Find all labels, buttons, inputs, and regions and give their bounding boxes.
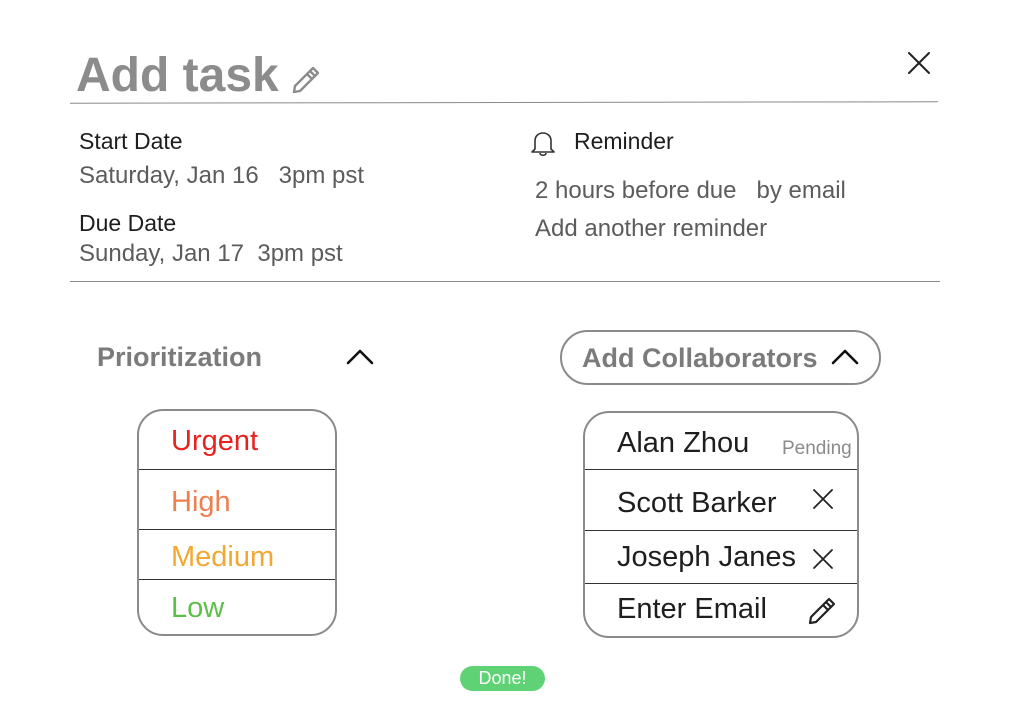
add-collaborators-label: Add Collaborators <box>582 343 818 373</box>
close-icon[interactable] <box>903 47 935 79</box>
remove-collaborator-icon[interactable] <box>811 487 835 511</box>
dates-divider <box>70 281 940 282</box>
reminder-value[interactable]: 2 hours before due by email <box>535 177 846 205</box>
collaborator-name: Alan Zhou <box>617 427 750 459</box>
collaborator-name: Scott Barker <box>617 487 777 519</box>
due-date-label: Due Date <box>79 210 177 236</box>
edit-pencil-icon[interactable] <box>805 593 839 627</box>
priority-option-high[interactable]: High <box>171 486 231 519</box>
priority-option-medium[interactable]: Medium <box>171 541 274 574</box>
row-divider <box>585 469 857 470</box>
row-divider <box>139 579 335 580</box>
edit-pencil-icon[interactable] <box>289 62 323 96</box>
collaborator-list: Alan Zhou Pending Scott Barker Joseph Ja… <box>583 411 859 638</box>
done-button[interactable]: Done! <box>460 666 545 691</box>
page-title: Add task <box>76 49 279 102</box>
remove-collaborator-icon[interactable] <box>811 547 835 571</box>
priority-option-urgent[interactable]: Urgent <box>171 425 258 458</box>
row-divider <box>139 529 335 530</box>
enter-email-input[interactable]: Enter Email <box>617 593 767 626</box>
add-reminder-link[interactable]: Add another reminder <box>535 215 767 243</box>
pending-badge: Pending <box>782 438 852 459</box>
start-date-label: Start Date <box>79 128 183 154</box>
bell-icon <box>531 132 555 157</box>
start-date-value[interactable]: Saturday, Jan 16 3pm pst <box>79 162 364 190</box>
header-divider <box>69 101 939 104</box>
collaborator-name: Joseph Janes <box>617 541 796 573</box>
row-divider <box>585 583 857 584</box>
chevron-up-icon[interactable] <box>345 346 375 368</box>
priority-option-low[interactable]: Low <box>171 592 224 625</box>
chevron-up-icon <box>831 349 859 365</box>
prioritization-title: Prioritization <box>97 342 263 372</box>
add-collaborators-button[interactable]: Add Collaborators <box>560 330 881 385</box>
priority-list: Urgent High Medium Low <box>137 409 337 636</box>
row-divider <box>585 530 857 531</box>
reminder-label: Reminder <box>574 128 674 154</box>
row-divider <box>139 469 335 470</box>
due-date-value[interactable]: Sunday, Jan 17 3pm pst <box>79 240 343 268</box>
